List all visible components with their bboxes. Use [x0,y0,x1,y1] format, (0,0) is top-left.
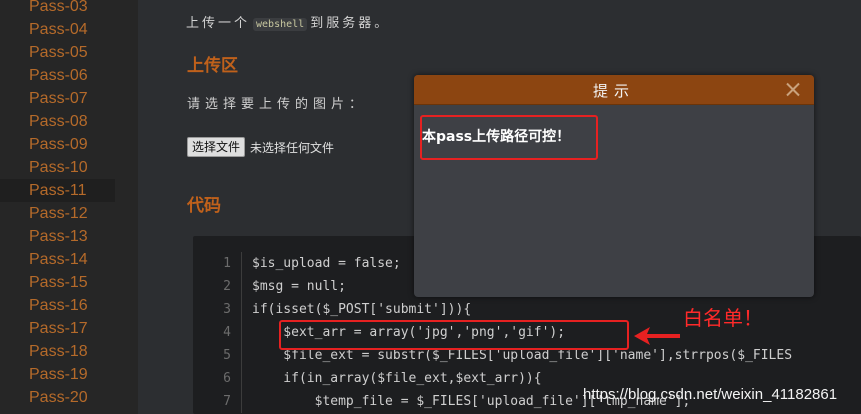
choose-file-button[interactable]: 选择文件 [187,137,246,157]
intro-text: 上传一个 webshell 到服务器。 [186,12,390,31]
code-text: $msg = null; [252,279,346,294]
line-number: 6 [211,367,242,390]
upload-heading: 上传区 [187,56,238,76]
sidebar-item-pass-05[interactable]: Pass-05 [0,41,138,64]
sidebar-item-pass-16[interactable]: Pass-16 [0,294,138,317]
line-number: 5 [211,344,242,367]
pass-list: Pass-03 Pass-04 Pass-05 Pass-06 Pass-07 Pass-… [0,0,138,409]
intro-before: 上传一个 [186,16,251,31]
file-input[interactable]: 选择文件 未选择任何文件 [187,137,334,157]
code-highlight-box [279,320,629,350]
alert-dialog: 提示 本pass上传路径可控！ [414,75,814,297]
sidebar-item-pass-18[interactable]: Pass-18 [0,340,138,363]
sidebar-item-pass-10[interactable]: Pass-10 [0,156,138,179]
choose-image-label: 请选择要上传的图片： [187,97,368,112]
sidebar-item-pass-09[interactable]: Pass-09 [0,133,138,156]
line-number: 4 [211,321,242,344]
sidebar-item-pass-04[interactable]: Pass-04 [0,18,138,41]
sidebar-item-pass-14[interactable]: Pass-14 [0,248,138,271]
sidebar-item-pass-12[interactable]: Pass-12 [0,202,138,225]
sidebar-item-pass-07[interactable]: Pass-07 [0,87,138,110]
dialog-title: 提示 [592,82,635,100]
intro-after: 到服务器。 [310,16,391,31]
file-status: 未选择任何文件 [250,140,335,155]
line-number: 1 [211,252,242,275]
close-icon[interactable] [786,82,800,96]
sidebar-item-pass-11[interactable]: Pass-11 [0,179,115,202]
line-number: 3 [211,298,242,321]
code-text: if(isset($_POST['submit'])){ [252,302,472,317]
sidebar-item-pass-17[interactable]: Pass-17 [0,317,138,340]
sidebar-item-pass-06[interactable]: Pass-06 [0,64,138,87]
dialog-header: 提示 [414,75,814,105]
intro-code: webshell [253,18,308,31]
sidebar-item-pass-13[interactable]: Pass-13 [0,225,138,248]
sidebar: Pass-03 Pass-04 Pass-05 Pass-06 Pass-07 Pass-… [0,0,138,414]
line-number: 2 [211,275,242,298]
line-number: 7 [211,390,242,413]
sidebar-item-pass-15[interactable]: Pass-15 [0,271,138,294]
code-text: $is_upload = false; [252,256,401,271]
arrow-left-icon [634,327,680,345]
sidebar-item-pass-08[interactable]: Pass-08 [0,110,138,133]
code-text: if(in_array($file_ext,$ext_arr)){ [252,371,542,386]
code-heading: 代码 [187,196,221,216]
whitelist-annotation: 白名单！ [683,306,763,330]
sidebar-item-pass-20[interactable]: Pass-20 [0,386,138,409]
watermark: https://blog.csdn.net/weixin_41182861 [583,386,838,403]
sidebar-item-pass-03[interactable]: Pass-03 [0,0,138,18]
sidebar-item-pass-19[interactable]: Pass-19 [0,363,138,386]
message-highlight-box [420,115,598,160]
